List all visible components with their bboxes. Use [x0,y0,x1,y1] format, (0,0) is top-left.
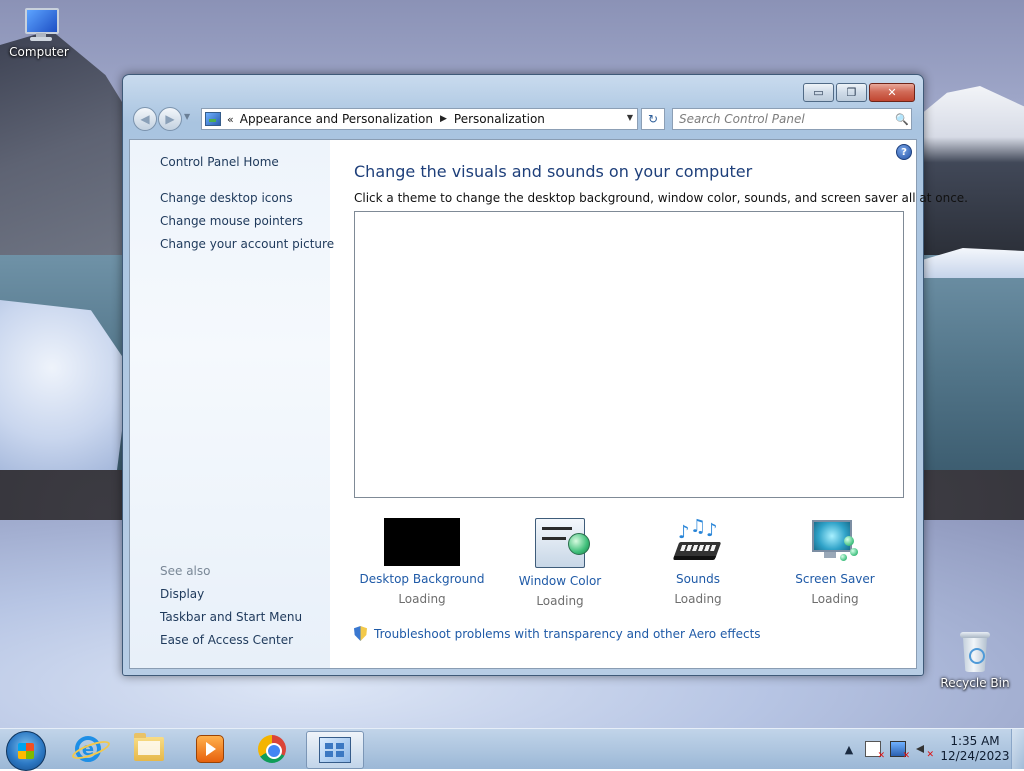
troubleshoot-aero-link[interactable]: Troubleshoot problems with transparency … [354,626,761,641]
address-dropdown-icon[interactable]: ▼ [627,113,633,122]
taskbar-start-menu-link[interactable]: Taskbar and Start Menu [160,610,302,624]
refresh-button[interactable]: ↻ [641,108,665,130]
change-desktop-icons-link[interactable]: Change desktop icons [160,191,293,205]
personalization-window: ▭ ❐ ✕ ◀ ▶ ▼ « Appearance and Personaliza… [122,74,968,676]
window-color-tile[interactable]: Window Color Loading [490,518,630,608]
volume-muted-icon[interactable] [915,742,934,760]
folder-icon [134,733,164,761]
tile-label[interactable]: Desktop Background [352,572,492,586]
tile-status: Loading [398,592,446,606]
change-mouse-pointers-link[interactable]: Change mouse pointers [160,214,303,228]
computer-icon [19,8,59,42]
action-center-flag-icon[interactable] [865,741,885,761]
client-area: Control Panel Home Change desktop icons … [129,139,968,669]
recycle-bin-icon [960,632,990,672]
help-icon[interactable]: ? [896,144,912,160]
page-title: Change the visuals and sounds on your co… [354,162,753,181]
clock-date: 12/24/2023 [940,749,1010,763]
tile-status: Loading [811,592,859,606]
breadcrumb-personalization[interactable]: Personalization [454,112,545,126]
search-input[interactable] [673,111,895,127]
control-panel-home-link[interactable]: Control Panel Home [160,155,279,169]
media-player-icon [196,735,224,763]
taskbar-windows-explorer[interactable] [121,731,177,767]
breadcrumb-appearance-and-personalization[interactable]: Appearance and Personalization [240,112,433,126]
search-icon[interactable]: 🔍 [895,113,911,126]
show-desktop-button[interactable] [1011,729,1024,769]
wallpaper-mountain-right [914,86,1024,256]
taskbar: e ▲ 1:35 AM 12/24/2023 [0,728,1024,771]
troubleshoot-link-label[interactable]: Troubleshoot problems with transparency … [374,627,761,641]
sounds-tile[interactable]: ♪ ♫ ♪ Sounds Loading [628,518,768,606]
taskbar-media-player[interactable] [182,731,238,767]
display-link[interactable]: Display [160,587,204,601]
breadcrumb-overflow-icon[interactable]: « [227,113,234,126]
start-button[interactable] [6,731,46,771]
window-color-icon [535,518,590,568]
maximize-button[interactable]: ❐ [836,83,867,102]
theme-list[interactable] [354,211,904,498]
tile-status: Loading [674,592,722,606]
desktop-icon-recycle-bin[interactable]: Recycle Bin [937,632,1013,690]
recent-pages-dropdown-icon[interactable]: ▼ [184,112,190,121]
desktop-background-tile[interactable]: Desktop Background Loading [352,518,492,606]
close-button[interactable]: ✕ [869,83,915,102]
screen-saver-icon [810,518,860,566]
desktop-icon-label: Recycle Bin [940,676,1010,690]
network-icon[interactable] [890,741,910,761]
navigation-bar: ◀ ▶ ▼ « Appearance and Personalization ▶… [131,106,915,132]
task-pane: Control Panel Home Change desktop icons … [130,140,334,668]
search-box[interactable]: 🔍 [672,108,912,130]
see-also-heading: See also [160,564,211,578]
sounds-icon: ♪ ♫ ♪ [672,518,724,566]
internet-explorer-icon: e [75,736,101,762]
ease-of-access-center-link[interactable]: Ease of Access Center [160,633,293,647]
caption-buttons: ▭ ❐ ✕ [803,83,915,102]
tile-status: Loading [536,594,584,608]
desktop-icon-computer[interactable]: Computer [1,8,77,59]
change-account-picture-link[interactable]: Change your account picture [160,237,334,251]
windows-logo-icon [18,743,34,759]
taskbar-internet-explorer[interactable]: e [60,731,116,767]
clock-time: 1:35 AM [950,734,1000,748]
desktop-icon-label: Computer [9,45,69,59]
back-button[interactable]: ◀ [133,107,157,131]
desktop-background-thumbnail-icon [384,518,460,566]
minimize-button[interactable]: ▭ [803,83,834,102]
address-bar[interactable]: « Appearance and Personalization ▶ Perso… [201,108,638,130]
uac-shield-icon [354,626,367,641]
tile-label[interactable]: Sounds [628,572,768,586]
tile-label[interactable]: Window Color [490,574,630,588]
forward-button[interactable]: ▶ [158,107,182,131]
clock[interactable]: 1:35 AM 12/24/2023 [940,734,1010,764]
page-subtitle: Click a theme to change the desktop back… [354,191,968,205]
taskbar-control-panel[interactable] [306,731,364,769]
tile-label[interactable]: Screen Saver [765,572,905,586]
chrome-icon [258,735,286,763]
notification-area: ▲ [842,741,934,761]
taskbar-chrome[interactable] [244,731,300,767]
control-panel-icon [205,112,221,126]
control-panel-icon [319,737,351,763]
show-hidden-icons-icon[interactable]: ▲ [842,742,856,756]
breadcrumb-separator-icon[interactable]: ▶ [440,114,447,124]
screen-saver-tile[interactable]: Screen Saver Loading [765,518,905,606]
